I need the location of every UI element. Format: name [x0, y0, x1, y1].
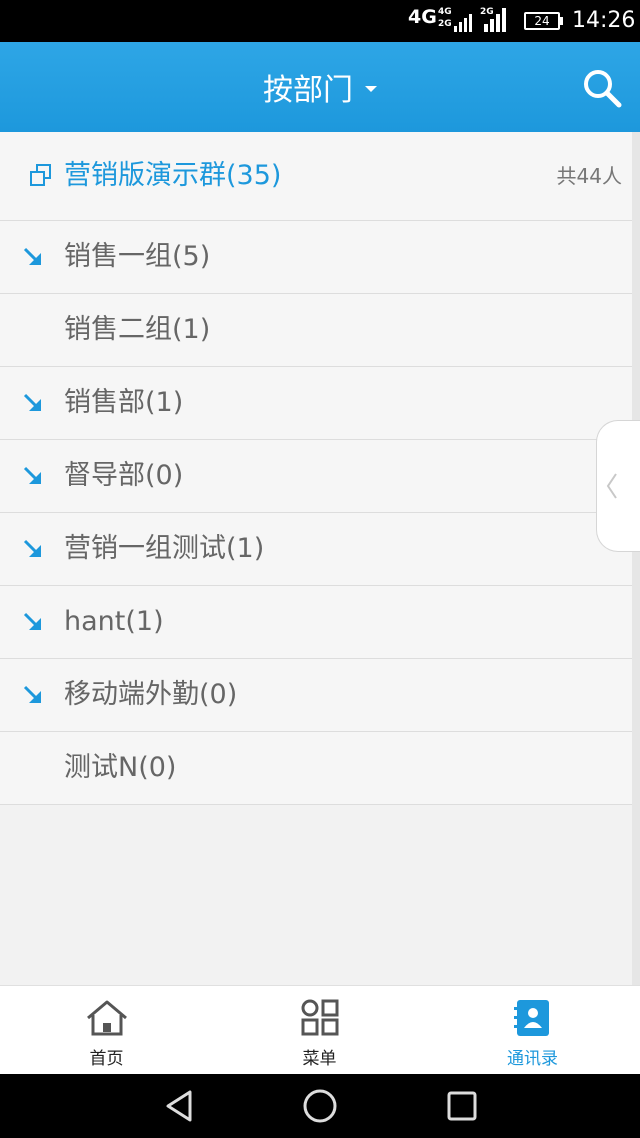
- department-row[interactable]: 营销一组测试(1): [0, 513, 632, 586]
- group-total-count: 共44人: [556, 164, 622, 188]
- expand-arrow-icon: [23, 612, 41, 630]
- app-bar: 按部门: [0, 42, 640, 132]
- department-label: 营销一组测试(1): [64, 533, 265, 564]
- department-filter-dropdown[interactable]: 按部门: [0, 42, 640, 132]
- department-row[interactable]: hant(1): [0, 586, 632, 659]
- department-label: 销售部(1): [64, 387, 184, 418]
- back-icon[interactable]: [160, 1086, 200, 1126]
- grid-icon: [301, 999, 338, 1036]
- scrollbar[interactable]: [632, 132, 640, 985]
- department-row[interactable]: 销售一组(5): [0, 221, 632, 294]
- expand-arrow-icon: [23, 466, 41, 484]
- tab-menu-label: 菜单: [302, 1049, 337, 1069]
- system-nav-bar: [0, 1074, 640, 1138]
- home-button-icon[interactable]: [300, 1086, 340, 1126]
- tab-menu[interactable]: 菜单: [213, 986, 426, 1075]
- page-title: 按部门: [263, 73, 353, 108]
- signal-icon-2: [484, 8, 506, 32]
- group-name: 营销版演示群(35): [64, 160, 282, 191]
- network-type-b: 2G: [438, 19, 452, 29]
- department-label: 移动端外勤(0): [64, 679, 238, 710]
- caret-down-icon: [365, 86, 377, 92]
- bottom-tab-bar: 首页 菜单 通讯录: [0, 985, 640, 1074]
- chevron-left-icon: [606, 473, 617, 499]
- department-label: hant(1): [64, 606, 164, 637]
- search-icon[interactable]: [580, 66, 624, 110]
- tab-contacts[interactable]: 通讯录: [426, 986, 639, 1075]
- department-label: 测试N(0): [64, 752, 177, 783]
- battery-tip: [560, 17, 563, 25]
- side-drawer-handle[interactable]: [596, 420, 640, 552]
- department-row[interactable]: 移动端外勤(0): [0, 659, 632, 732]
- network-type: 4G: [408, 6, 437, 28]
- group-icon: [30, 164, 51, 186]
- department-row[interactable]: 督导部(0): [0, 440, 632, 513]
- department-label: 销售一组(5): [64, 241, 211, 272]
- department-list: 营销版演示群(35) 共44人 销售一组(5) 销售二组(1) 销售部(1) 督…: [0, 132, 632, 805]
- tab-home-label: 首页: [89, 1049, 124, 1069]
- department-row[interactable]: 销售部(1): [0, 367, 632, 440]
- signal-icon-1: [454, 14, 472, 32]
- status-bar: 4G 4G 2G 2G 24 14:26: [0, 0, 640, 42]
- tab-contacts-label: 通讯录: [507, 1049, 558, 1069]
- tab-home[interactable]: 首页: [0, 986, 213, 1075]
- battery-icon: 24: [524, 12, 560, 30]
- expand-arrow-icon: [23, 539, 41, 557]
- department-label: 督导部(0): [64, 460, 184, 491]
- department-label: 销售二组(1): [64, 314, 211, 345]
- network-type-a: 4G: [438, 7, 452, 17]
- clock: 14:26: [572, 8, 636, 33]
- contacts-icon: [513, 1000, 549, 1036]
- home-icon: [86, 1000, 127, 1036]
- expand-arrow-icon: [23, 393, 41, 411]
- expand-arrow-icon: [23, 247, 41, 265]
- recents-icon[interactable]: [442, 1086, 482, 1126]
- expand-arrow-icon: [23, 685, 41, 703]
- department-row[interactable]: 销售二组(1): [0, 294, 632, 367]
- group-header[interactable]: 营销版演示群(35) 共44人: [0, 132, 632, 221]
- department-row[interactable]: 测试N(0): [0, 732, 632, 805]
